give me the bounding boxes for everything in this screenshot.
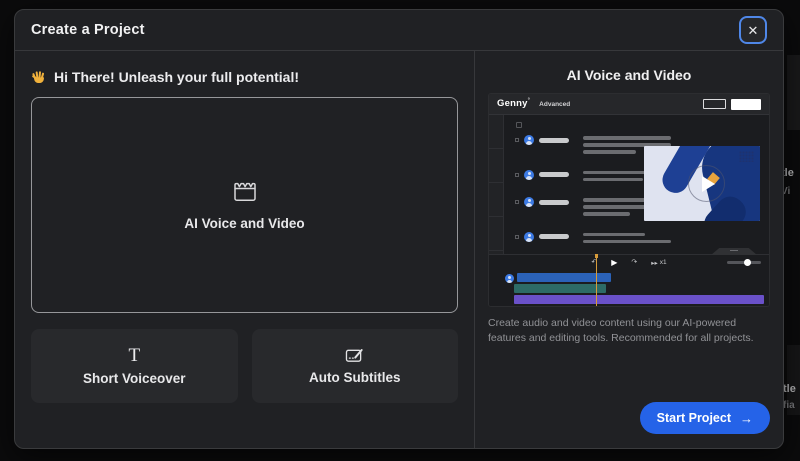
- preview-timeline: [489, 270, 769, 306]
- speaker-avatar: [524, 231, 534, 242]
- timeline-track-video: [514, 295, 764, 304]
- preview-playback-controls: ↶ ▶ ↷ ▸▸ x1: [489, 248, 769, 270]
- speaker-name-pill: [539, 137, 569, 143]
- project-type-label: Short Voiceover: [82, 371, 186, 386]
- start-project-label: Start Project: [656, 411, 731, 425]
- redo-icon: ↷: [631, 259, 638, 266]
- preview-topbar-actions: [703, 98, 761, 110]
- play-button-overlay: [688, 165, 725, 202]
- background-text-fragment: tle: [783, 383, 796, 395]
- zoom-slider: [727, 259, 761, 266]
- project-type-label: Auto Subtitles: [309, 370, 401, 385]
- modal-title: Create a Project: [31, 22, 145, 38]
- speaker-name-pill: [539, 199, 569, 205]
- playback-speed: ▸▸ x1: [651, 259, 666, 267]
- preview-clipboard-icon: [516, 122, 522, 128]
- detail-heading: AI Voice and Video: [566, 67, 692, 83]
- play-icon: [702, 175, 715, 192]
- row-checkbox: [515, 200, 519, 204]
- modal-header: Create a Project ✕: [15, 10, 783, 51]
- start-project-button[interactable]: Start Project →: [639, 402, 770, 434]
- row-checkbox: [515, 138, 519, 142]
- text-placeholder-lines: [583, 232, 671, 243]
- speaker-avatar: [524, 197, 534, 207]
- speed-label: x1: [659, 259, 667, 266]
- arrow-right-icon: →: [740, 410, 753, 426]
- project-type-card-auto-subtitles[interactable]: Auto Subtitles: [251, 329, 458, 403]
- close-icon: ✕: [747, 22, 759, 38]
- text-t-icon: T: [128, 345, 141, 366]
- speaker-avatar: [505, 274, 514, 283]
- project-options-panel: Hi There! Unleash your full potential! A…: [15, 51, 474, 448]
- preview-main-area: [489, 115, 769, 254]
- app-background: tle Vi tle fia Create a Project ✕ Hi The…: [0, 0, 800, 461]
- preview-solid-button: [731, 98, 761, 110]
- speaker-name-pill: [539, 172, 569, 177]
- create-project-modal: Create a Project ✕ Hi There! Unleash you…: [14, 9, 784, 449]
- genny-app-preview-image: Genny° Advanced ↶ ▶ ↷ ▸▸ x1: [488, 93, 770, 307]
- modal-footer: Start Project →: [488, 402, 770, 434]
- video-thumbnail: [644, 146, 760, 221]
- clapperboard-icon: [233, 182, 256, 201]
- project-type-label: AI Voice and Video: [184, 215, 305, 231]
- background-panel-fragment: [787, 55, 800, 130]
- slider-knob: [744, 259, 751, 266]
- project-detail-panel: AI Voice and Video Genny° Advanced ↶ ▶ ↷…: [475, 51, 783, 448]
- speaker-avatar: [524, 169, 534, 180]
- waving-hand-icon: [32, 71, 45, 83]
- speaker-avatar: [524, 135, 534, 145]
- genny-logo: Genny°: [497, 98, 531, 110]
- speaker-name-pill: [539, 234, 569, 239]
- transcript-row: [515, 231, 769, 243]
- preview-sidebar: [489, 115, 504, 254]
- row-checkbox: [515, 172, 519, 177]
- secondary-options-row: T Short Voiceover Auto Subtitles: [31, 329, 458, 403]
- preview-outline-button: [703, 99, 726, 109]
- project-description: Create audio and video content using our…: [488, 317, 754, 344]
- modal-body: Hi There! Unleash your full potential! A…: [15, 51, 783, 448]
- illustration-dots: [739, 151, 754, 162]
- greeting: Hi There! Unleash your full potential!: [31, 69, 458, 85]
- project-type-card-short-voiceover[interactable]: T Short Voiceover: [31, 329, 238, 403]
- play-icon: ▶: [611, 257, 618, 267]
- background-text-fragment: fia: [783, 400, 795, 411]
- close-button[interactable]: ✕: [739, 16, 767, 44]
- fast-forward-icon: ▸▸: [651, 259, 658, 267]
- preview-topbar: Genny° Advanced: [489, 94, 769, 115]
- timeline-track-audio: [514, 284, 606, 293]
- preview-mode-label: Advanced: [539, 100, 571, 108]
- row-checkbox: [515, 234, 519, 239]
- timeline-playhead: [595, 254, 598, 306]
- greeting-text: Hi There! Unleash your full potential!: [54, 69, 300, 85]
- subtitles-edit-icon: [346, 349, 363, 362]
- project-type-card-ai-voice-video[interactable]: AI Voice and Video: [31, 97, 458, 313]
